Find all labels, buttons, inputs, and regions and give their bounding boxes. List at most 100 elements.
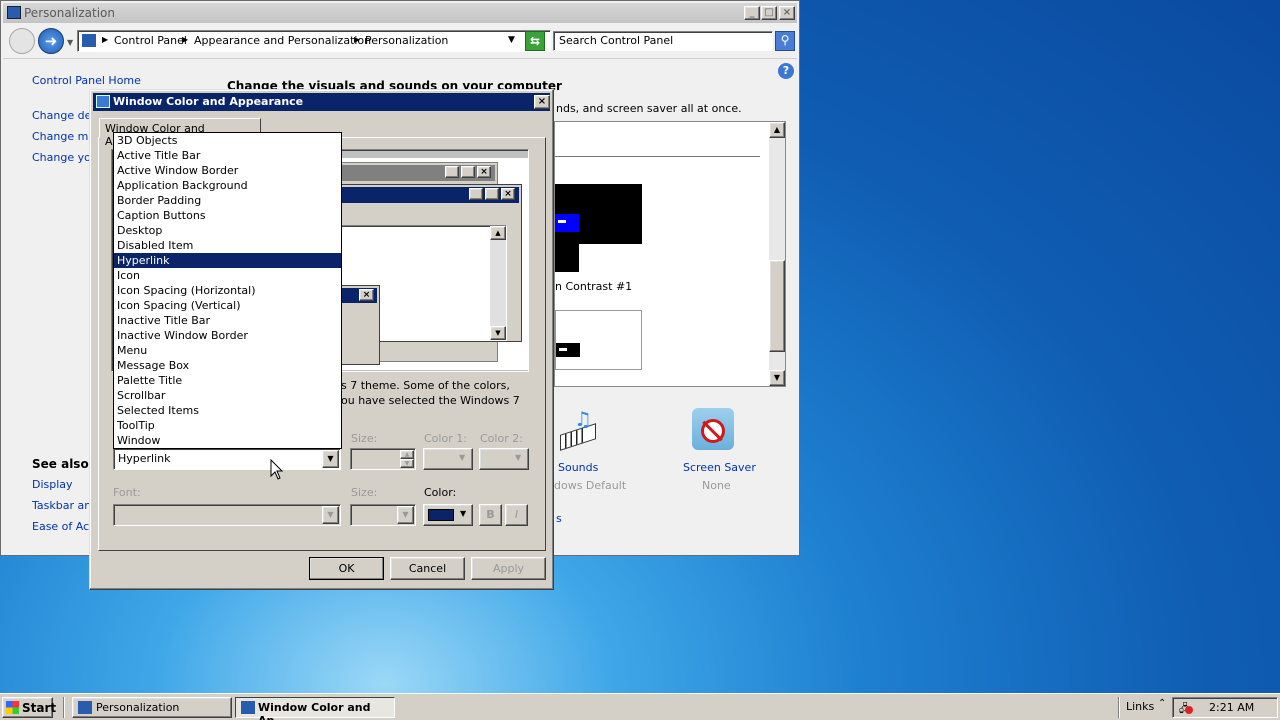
sidebar-control-panel-home[interactable]: Control Panel Home <box>32 74 141 87</box>
theme-list-scrollbar[interactable]: ▲ ▼ <box>769 122 785 386</box>
dropdown-item[interactable]: Menu <box>114 343 341 358</box>
refresh-icon[interactable]: ⇆ <box>525 31 545 51</box>
dropdown-item[interactable]: Scrollbar <box>114 388 341 403</box>
close-button[interactable]: × <box>779 6 795 20</box>
divider <box>555 156 760 157</box>
ok-button[interactable]: OK <box>309 557 384 580</box>
breadcrumb-arrow-icon[interactable]: ▶ <box>354 35 360 44</box>
back-button[interactable] <box>9 28 35 54</box>
link-fragment[interactable]: s <box>556 512 562 525</box>
dropdown-item[interactable]: ToolTip <box>114 418 341 433</box>
forward-arrow-icon[interactable]: ➜ <box>38 28 64 54</box>
history-chevron-icon[interactable]: ▼ <box>67 38 73 47</box>
theme-thumbnail-white[interactable] <box>555 310 642 370</box>
music-note-icon: ♫ <box>574 407 592 431</box>
control-panel-icon <box>241 701 255 714</box>
see-also-link[interactable]: Ease of Acc <box>32 520 95 533</box>
dropdown-item[interactable]: Caption Buttons <box>114 208 341 223</box>
preview-close-button: × <box>501 188 515 200</box>
scroll-up-button[interactable]: ▲ <box>769 122 785 138</box>
color1-button[interactable]: ▼ <box>423 448 473 470</box>
dropdown-arrow-icon: ▼ <box>459 453 466 462</box>
font-select-arrow-icon[interactable]: ▼ <box>322 506 339 524</box>
see-also-link[interactable]: Display <box>32 478 73 491</box>
italic-button[interactable]: I <box>505 504 528 526</box>
address-bar[interactable]: ▶ Control Panel ▶ Appearance and Persona… <box>77 30 551 52</box>
maximize-button[interactable]: □ <box>761 6 777 20</box>
font-color-button[interactable]: ▼ <box>423 504 473 526</box>
item-size-spinner[interactable]: ▲ ▼ <box>350 448 416 470</box>
dropdown-item[interactable]: Disabled Item <box>114 238 341 253</box>
font-select[interactable]: ▼ <box>113 504 341 526</box>
dropdown-item[interactable]: Border Padding <box>114 193 341 208</box>
item-dropdown-list[interactable]: 3D Objects Active Title Bar Active Window … <box>113 132 342 449</box>
dropdown-item[interactable]: Desktop <box>114 223 341 238</box>
info-text: ou have selected the Windows 7 <box>341 394 520 407</box>
dropdown-item[interactable]: Inactive Title Bar <box>114 313 341 328</box>
breadcrumb-appearance[interactable]: Appearance and Personalization <box>194 34 371 47</box>
spin-up-icon[interactable]: ▲ <box>400 450 414 459</box>
font-size-arrow-icon[interactable]: ▼ <box>397 506 414 524</box>
dropdown-item[interactable]: 3D Objects <box>114 133 341 148</box>
sounds-sub: dows Default <box>554 479 627 492</box>
dropdown-item[interactable]: Icon <box>114 268 341 283</box>
start-button[interactable]: Start <box>2 697 57 718</box>
control-panel-icon <box>78 701 92 714</box>
dropdown-item[interactable]: Window <box>114 433 341 448</box>
theme-thumb-bar <box>559 348 567 351</box>
address-dropdown-icon[interactable]: ▼ <box>508 35 515 45</box>
preview-max-button <box>485 188 499 200</box>
sounds-link[interactable]: Sounds <box>558 461 598 474</box>
preview-scrollbar: ▲ ▼ <box>490 226 506 340</box>
scroll-down-button[interactable]: ▼ <box>769 370 785 386</box>
personalization-title-bar[interactable]: Personalization _ □ × <box>3 3 797 23</box>
start-label: Start <box>22 701 57 715</box>
breadcrumb-personalization[interactable]: Personalization <box>365 34 448 47</box>
show-hidden-icons-icon[interactable]: ⌃ <box>1158 698 1166 709</box>
dropdown-item[interactable]: Message Box <box>114 358 341 373</box>
screen-saver-link[interactable]: Screen Saver <box>683 461 756 474</box>
dropdown-item[interactable]: Icon Spacing (Horizontal) <box>114 283 341 298</box>
item-select-arrow-icon[interactable]: ▼ <box>322 450 339 468</box>
theme-thumb-shadow <box>555 244 579 272</box>
sounds-icon[interactable]: ♫ <box>556 407 600 451</box>
dialog-title-bar[interactable]: Window Color and Appearance × <box>93 93 550 111</box>
scroll-thumb[interactable] <box>769 260 785 352</box>
dropdown-item[interactable]: Inactive Window Border <box>114 328 341 343</box>
font-label: Font: <box>113 486 141 499</box>
network-error-icon <box>1185 706 1193 714</box>
dialog-close-button[interactable]: × <box>534 95 550 109</box>
links-toolbar[interactable]: Links <box>1126 700 1154 713</box>
dropdown-item[interactable]: Selected Items <box>114 403 341 418</box>
color2-button[interactable]: ▼ <box>479 448 529 470</box>
help-icon[interactable]: ? <box>778 63 794 79</box>
task-personalization[interactable]: Personalization <box>72 697 232 718</box>
search-input[interactable]: Search Control Panel <box>553 31 773 51</box>
see-also-heading: See also <box>32 457 89 471</box>
dropdown-arrow-icon: ▼ <box>515 453 522 462</box>
dropdown-item[interactable]: Active Title Bar <box>114 148 341 163</box>
dropdown-item[interactable]: Application Background <box>114 178 341 193</box>
minimize-button[interactable]: _ <box>744 6 760 20</box>
apply-button[interactable]: Apply <box>471 557 546 580</box>
breadcrumb-control-panel[interactable]: Control Panel <box>114 34 187 47</box>
font-size-select[interactable]: ▼ <box>350 504 416 526</box>
task-window-color[interactable]: Window Color and Ap... <box>235 697 395 720</box>
dropdown-item[interactable]: Hyperlink <box>114 253 341 268</box>
spin-down-icon[interactable]: ▼ <box>400 459 414 468</box>
cancel-button[interactable]: Cancel <box>390 557 465 580</box>
clock[interactable]: 2:21 AM <box>1209 701 1254 714</box>
sidebar-link[interactable]: Change des <box>32 109 97 122</box>
bold-button[interactable]: B <box>479 504 502 526</box>
theme-thumbnail[interactable] <box>555 184 642 244</box>
breadcrumb-arrow-icon[interactable]: ▶ <box>102 35 108 44</box>
item-select[interactable]: Hyperlink ▼ <box>113 448 341 470</box>
sidebar-link[interactable]: Change you <box>32 151 98 164</box>
font-size-label: Size: <box>351 486 378 499</box>
screen-saver-icon[interactable] <box>692 408 734 450</box>
search-icon[interactable]: ⚲ <box>775 31 795 51</box>
dropdown-item[interactable]: Icon Spacing (Vertical) <box>114 298 341 313</box>
breadcrumb-arrow-icon[interactable]: ▶ <box>182 35 188 44</box>
dropdown-item[interactable]: Palette Title <box>114 373 341 388</box>
dropdown-item[interactable]: Active Window Border <box>114 163 341 178</box>
